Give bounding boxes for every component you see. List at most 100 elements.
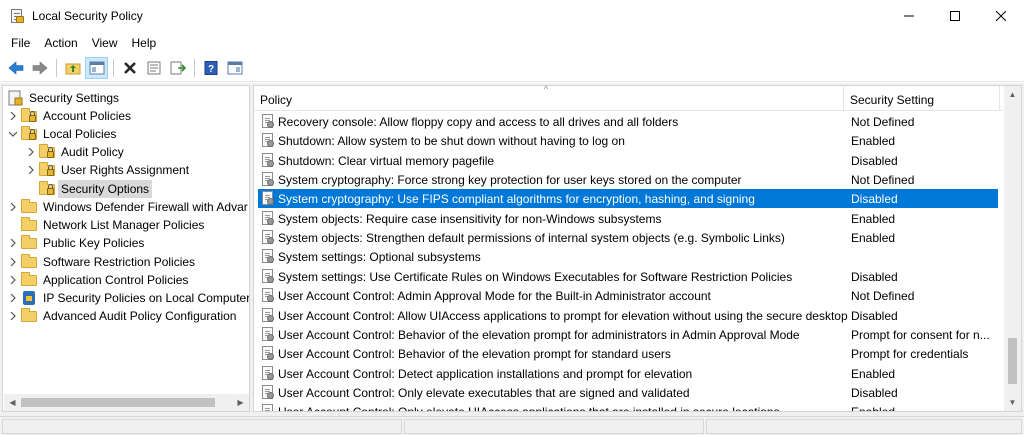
menu-help[interactable]: Help	[125, 33, 164, 53]
policy-setting-icon	[261, 114, 275, 129]
tree-item-label: Security Options	[58, 180, 153, 198]
status-panel	[706, 419, 1022, 434]
column-header-policy[interactable]: Policy	[254, 86, 843, 111]
tree-item-security-settings[interactable]: Security Settings	[5, 89, 122, 107]
tree-item-windows-defender-firewall[interactable]: Windows Defender Firewall with Advar	[7, 198, 249, 216]
vertical-scrollbar[interactable]: ▲ ▼	[1004, 86, 1021, 411]
security-setting-value: Enabled	[851, 230, 896, 245]
policy-row[interactable]: User Account Control: Admin Approval Mod…	[258, 286, 998, 305]
export-list-icon[interactable]	[166, 57, 189, 79]
maximize-button[interactable]	[932, 0, 978, 32]
help-icon[interactable]: ?	[199, 57, 222, 79]
policy-name: System cryptography: Force strong key pr…	[278, 172, 742, 187]
policy-row[interactable]: Shutdown: Clear virtual memory pagefile D…	[258, 151, 998, 170]
tree-item-label: Advanced Audit Policy Configuration	[43, 309, 237, 323]
tree-item-user-rights-assignment[interactable]: User Rights Assignment	[25, 161, 192, 179]
scroll-left-icon[interactable]: ◀	[4, 394, 21, 411]
tree-item-ip-security-policies[interactable]: IP Security Policies on Local Computer	[7, 289, 250, 307]
policy-row[interactable]: System settings: Optional subsystems	[258, 247, 998, 266]
show-hide-tree-icon[interactable]	[85, 56, 108, 79]
folder-lock-icon	[21, 126, 37, 142]
expand-arrow-icon[interactable]	[7, 256, 19, 268]
policy-row[interactable]: Shutdown: Allow system to be shut down w…	[258, 131, 998, 150]
policy-row[interactable]: User Account Control: Allow UIAccess app…	[258, 306, 998, 325]
expand-arrow-icon[interactable]	[7, 310, 19, 322]
policy-setting-icon	[261, 191, 275, 206]
policy-setting-icon	[261, 249, 275, 264]
expand-arrow-icon[interactable]	[25, 146, 37, 158]
scroll-thumb[interactable]	[1008, 338, 1017, 384]
collapse-arrow-icon[interactable]	[7, 128, 19, 140]
tree-item-advanced-audit-policy-configuration[interactable]: Advanced Audit Policy Configuration	[7, 307, 239, 325]
policy-row[interactable]: User Account Control: Only elevate UIAcc…	[258, 402, 998, 412]
folder-lock-icon	[39, 162, 55, 178]
policy-setting-icon	[261, 153, 275, 168]
security-setting-value: Disabled	[851, 269, 898, 284]
security-setting-value: Prompt for credentials	[851, 346, 969, 361]
up-folder-icon[interactable]	[61, 57, 84, 79]
tree-item-account-policies[interactable]: Account Policies	[7, 107, 134, 125]
window-title: Local Security Policy	[32, 9, 143, 23]
security-setting-value: Enabled	[851, 404, 896, 412]
tree-item-public-key-policies[interactable]: Public Key Policies	[7, 234, 147, 252]
close-button[interactable]	[978, 0, 1024, 32]
tree-item-label: Security Settings	[29, 91, 120, 105]
delete-icon[interactable]	[118, 57, 141, 79]
tree-item-network-list-manager-policies[interactable]: Network List Manager Policies	[7, 216, 207, 234]
folder-icon	[21, 308, 37, 324]
properties-icon[interactable]	[142, 57, 165, 79]
scroll-right-icon[interactable]: ▶	[232, 394, 249, 411]
security-setting-value: Disabled	[851, 191, 898, 206]
tree-item-security-options[interactable]: Security Options	[25, 180, 153, 198]
expand-arrow-icon[interactable]	[7, 292, 19, 304]
policy-row[interactable]: System cryptography: Use FIPS compliant …	[258, 189, 998, 208]
tree-item-audit-policy[interactable]: Audit Policy	[25, 143, 127, 161]
policy-row[interactable]: User Account Control: Behavior of the el…	[258, 325, 998, 344]
list-header: Policy ^ Security Setting	[254, 86, 1003, 111]
policy-row[interactable]: System cryptography: Force strong key pr…	[258, 170, 998, 189]
tree-item-label: IP Security Policies on Local Computer	[43, 291, 250, 305]
tree-item-software-restriction-policies[interactable]: Software Restriction Policies	[7, 253, 198, 271]
policy-row[interactable]: User Account Control: Only elevate execu…	[258, 383, 998, 402]
folder-icon	[21, 272, 37, 288]
policy-row[interactable]: System objects: Strengthen default permi…	[258, 228, 998, 247]
column-divider[interactable]	[999, 86, 1000, 111]
console-tree-icon[interactable]	[223, 57, 246, 79]
back-icon[interactable]	[4, 57, 27, 79]
scroll-down-icon[interactable]: ▼	[1004, 394, 1021, 411]
expand-arrow-icon[interactable]	[25, 164, 37, 176]
column-header-security-setting[interactable]: Security Setting	[844, 86, 999, 111]
tree-item-application-control-policies[interactable]: Application Control Policies	[7, 271, 191, 289]
console-tree[interactable]: Advanced Audit Policy Configuration IP Se…	[2, 85, 250, 412]
expand-arrow-icon[interactable]	[7, 237, 19, 249]
forward-icon[interactable]	[28, 57, 51, 79]
scroll-up-icon[interactable]: ▲	[1004, 86, 1021, 103]
expand-arrow-icon[interactable]	[7, 110, 19, 122]
menu-view[interactable]: View	[85, 33, 125, 53]
security-setting-value: Prompt for consent for n...	[851, 327, 990, 342]
policy-row[interactable]: Recovery console: Allow floppy copy and …	[258, 112, 998, 131]
policy-row[interactable]: User Account Control: Behavior of the el…	[258, 344, 998, 363]
policy-row[interactable]: System objects: Require case insensitivi…	[258, 209, 998, 228]
policy-row[interactable]: User Account Control: Detect application…	[258, 364, 998, 383]
security-policy-icon	[9, 8, 25, 24]
folder-lock-icon	[39, 144, 55, 160]
horizontal-scrollbar[interactable]: ◀ ▶	[4, 394, 249, 411]
policy-name: Shutdown: Clear virtual memory pagefile	[278, 153, 495, 168]
policy-name: User Account Control: Only elevate execu…	[278, 385, 690, 400]
policy-row[interactable]: System settings: Use Certificate Rules o…	[258, 267, 998, 286]
minimize-button[interactable]	[886, 0, 932, 32]
policy-name: System cryptography: Use FIPS compliant …	[278, 191, 755, 206]
scroll-thumb[interactable]	[21, 398, 215, 407]
menu-action[interactable]: Action	[37, 33, 84, 53]
expand-arrow-icon[interactable]	[7, 201, 19, 213]
security-setting-value: Disabled	[851, 308, 898, 323]
security-setting-value: Enabled	[851, 211, 896, 226]
policy-list[interactable]: Policy ^ Security Setting Recovery conso…	[253, 85, 1022, 412]
expand-arrow-icon[interactable]	[7, 274, 19, 286]
tree-item-label: Local Policies	[43, 127, 117, 141]
menu-file[interactable]: File	[4, 33, 37, 53]
tree-item-local-policies[interactable]: Local Policies	[7, 125, 119, 143]
